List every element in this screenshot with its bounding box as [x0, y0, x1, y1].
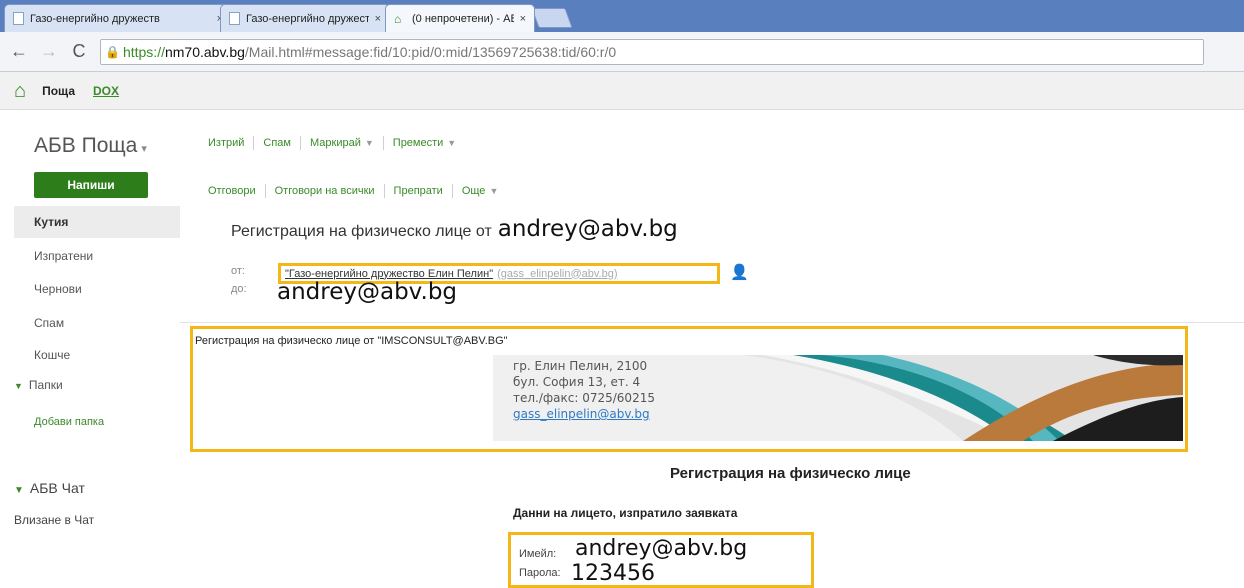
url-field[interactable]: 🔒 https://nm70.abv.bg/Mail.html#message:…: [100, 38, 1204, 65]
folder-sent[interactable]: Изпратени: [34, 249, 93, 263]
password-label: Парола:: [519, 567, 561, 579]
browser-tab[interactable]: Газо-енергийно дружеств ×: [4, 4, 232, 32]
browser-tab-strip: Газо-енергийно дружеств × Газо-енергийно…: [0, 0, 1244, 32]
tab-title: Газо-енергийно дружеств: [246, 12, 369, 25]
chevron-down-icon: ▼: [489, 186, 499, 196]
lock-icon: 🔒: [105, 44, 120, 59]
forward-icon[interactable]: →: [38, 41, 60, 62]
chevron-down-icon: ▼: [364, 138, 374, 148]
back-icon[interactable]: ←: [8, 41, 30, 62]
recipient-address: andrey@abv.bg: [277, 279, 458, 305]
from-label: от:: [231, 265, 245, 277]
body-intro: Регистрация на физическо лице от "IMSCON…: [195, 335, 508, 347]
browser-tab-active[interactable]: ⌂ (0 непрочетени) - АБВ п ×: [385, 4, 535, 32]
sender-address[interactable]: (gass_elinpelin@abv.bg): [497, 268, 617, 280]
sidebar: АБВ Поща ▾ Напиши Кутия Изпратени Чернови…: [0, 110, 180, 588]
address-line: бул. София 13, ет. 4: [513, 375, 641, 389]
folder-drafts[interactable]: Чернови: [34, 282, 82, 296]
chevron-down-icon: ▾: [141, 143, 147, 155]
folders-toggle[interactable]: ▼ Папки: [14, 378, 63, 392]
folder-spam[interactable]: Спам: [34, 316, 64, 330]
divider: [382, 136, 384, 150]
add-contact-icon[interactable]: 👤: [730, 263, 749, 281]
more-dropdown[interactable]: Още ▼: [462, 185, 499, 197]
divider: [180, 322, 1244, 323]
new-tab-button[interactable]: [531, 8, 573, 28]
folder-inbox[interactable]: Кутия: [14, 206, 180, 238]
company-email-link[interactable]: gass_elinpelin@abv.bg: [513, 407, 650, 421]
reply-button[interactable]: Отговори: [208, 185, 256, 197]
browser-tab[interactable]: Газо-енергийно дружеств ×: [220, 4, 390, 32]
dox-link[interactable]: DOX: [93, 84, 119, 98]
sender-name[interactable]: "Газо-енергийно дружество Елин Пелин": [285, 268, 493, 280]
email-label: Имейл:: [519, 548, 557, 560]
forward-button[interactable]: Препрати: [394, 185, 443, 197]
body-highlight: Регистрация на физическо лице от "IMSCON…: [190, 326, 1188, 452]
divider: [300, 136, 301, 150]
email-value: andrey@abv.bg: [575, 536, 748, 561]
to-label: до:: [231, 283, 247, 295]
close-icon[interactable]: ×: [520, 13, 526, 25]
home-icon[interactable]: ⌂: [14, 81, 26, 101]
compose-button[interactable]: Напиши: [34, 172, 148, 198]
reload-icon[interactable]: C: [68, 41, 90, 62]
chevron-down-icon: ▼: [14, 485, 24, 496]
password-value: 123456: [571, 561, 655, 586]
subject-text: Регистрация на физическо лице от: [231, 223, 492, 240]
divider: [383, 184, 385, 198]
chat-title: АБВ Чат: [29, 480, 85, 496]
folders-toggle-label: Папки: [28, 378, 63, 392]
mark-dropdown[interactable]: Маркирай ▼: [310, 137, 374, 149]
url-host: nm70.abv.bg: [164, 43, 245, 60]
page-icon: [13, 12, 24, 25]
app-header: ⌂ Поща DOX: [0, 72, 1244, 110]
more-label: Още: [461, 185, 486, 197]
company-banner: гр. Елин Пелин, 2100 бул. София 13, ет. …: [493, 355, 1183, 441]
reply-all-button[interactable]: Отговори на всички: [275, 185, 375, 197]
brand-menu[interactable]: АБВ Поща ▾: [34, 134, 147, 158]
spam-button[interactable]: Спам: [263, 137, 291, 149]
page-icon: [229, 12, 240, 25]
divider: [264, 184, 266, 198]
add-folder-link[interactable]: Добави папка: [34, 416, 104, 428]
mark-label: Маркирай: [310, 137, 361, 149]
tab-title: (0 непрочетени) - АБВ п: [412, 12, 514, 25]
chevron-down-icon: ▼: [447, 138, 457, 148]
folder-trash[interactable]: Кошче: [34, 348, 70, 362]
divider: [451, 184, 453, 198]
credentials-highlight: Имейл: andrey@abv.bg Парола: 123456: [508, 532, 814, 588]
tab-title: Газо-енергийно дружеств: [30, 12, 160, 25]
url-scheme: https://: [122, 43, 165, 60]
chat-toggle[interactable]: ▼ АБВ Чат: [14, 480, 85, 496]
url-path: /Mail.html#message:fid/10:pid/0:mid/1356…: [244, 43, 617, 60]
home-icon: ⌂: [394, 11, 402, 26]
data-section-title: Данни на лицето, изпратило заявката: [513, 506, 738, 520]
reply-toolbar: Отговори Отговори на всички Препрати Още…: [208, 182, 498, 200]
address-line: гр. Елин Пелин, 2100: [513, 359, 648, 373]
address-line: тел./факс: 0725/60215: [513, 391, 655, 405]
address-bar: ← → C 🔒 https://nm70.abv.bg/Mail.html#me…: [0, 32, 1244, 72]
delete-button[interactable]: Изтрий: [208, 137, 244, 149]
message-toolbar: Изтрий Спам Маркирай ▼ Премести ▼: [208, 134, 456, 152]
chevron-down-icon: ▼: [14, 381, 23, 391]
move-dropdown[interactable]: Премести ▼: [393, 137, 456, 149]
subject-email: andrey@abv.bg: [497, 216, 678, 242]
message-subject: Регистрация на физическо лице от andrey@a…: [231, 216, 678, 242]
brand-title: АБВ Поща: [34, 134, 138, 157]
divider: [253, 136, 255, 150]
mail-link[interactable]: Поща: [42, 84, 75, 98]
chat-login-link[interactable]: Влизане в Чат: [14, 513, 94, 527]
close-icon[interactable]: ×: [375, 13, 381, 25]
move-label: Премести: [392, 137, 444, 149]
registration-title: Регистрация на физическо лице: [670, 465, 911, 482]
